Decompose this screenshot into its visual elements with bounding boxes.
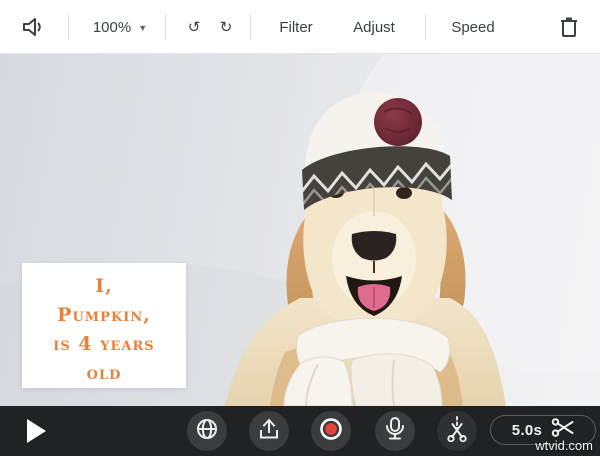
caption-line: is 4 years <box>53 333 155 355</box>
caption-text-box[interactable]: I, Pumpkin, is 4 years old <box>22 263 186 388</box>
upload-icon <box>257 417 281 446</box>
rotate-ccw-button[interactable]: ↺ <box>179 0 209 54</box>
speaker-icon <box>20 15 46 39</box>
caption-line: I, <box>95 275 113 297</box>
rotate-cw-icon: ↻ <box>219 17 233 36</box>
toolbar-divider <box>425 14 426 40</box>
record-button[interactable] <box>311 411 351 451</box>
play-button[interactable] <box>27 419 47 443</box>
mic-button[interactable] <box>375 411 415 451</box>
split-button[interactable] <box>437 411 477 451</box>
globe-icon <box>195 417 219 446</box>
top-toolbar: 100% ▼ ↺ ↻ Filter Adjust Speed <box>0 0 600 54</box>
video-canvas: I, Pumpkin, is 4 years old <box>0 54 600 406</box>
caption-line: old <box>86 362 122 384</box>
filter-button[interactable]: Filter <box>269 0 323 54</box>
delete-button[interactable] <box>552 0 586 54</box>
record-icon <box>318 416 344 447</box>
adjust-button[interactable]: Adjust <box>345 0 403 54</box>
toolbar-divider <box>250 14 251 40</box>
split-scissors-icon <box>444 415 470 448</box>
upload-button[interactable] <box>249 411 289 451</box>
chevron-down-icon: ▼ <box>138 23 148 33</box>
playback-controlbar: 5.0s wtvid.com <box>0 406 600 456</box>
clip-duration-value: 5.0s <box>511 421 543 439</box>
rotate-cw-button[interactable]: ↻ <box>211 0 241 54</box>
zoom-dropdown[interactable]: 100% ▼ <box>84 0 156 54</box>
zoom-level-value: 100% <box>92 18 132 36</box>
scissors-icon <box>551 418 574 442</box>
trim-duration-button[interactable]: 5.0s <box>490 415 596 445</box>
toolbar-divider <box>165 14 166 40</box>
globe-button[interactable] <box>187 411 227 451</box>
toolbar-divider <box>68 14 69 40</box>
volume-button[interactable] <box>14 0 52 54</box>
video-editor-window: 100% ▼ ↺ ↻ Filter Adjust Speed I, Pumpki… <box>0 0 600 456</box>
play-icon <box>27 419 47 447</box>
caption-line: Pumpkin, <box>57 304 151 326</box>
microphone-icon <box>383 416 407 447</box>
speed-button[interactable]: Speed <box>447 0 499 54</box>
rotate-ccw-icon: ↺ <box>187 17 201 36</box>
trash-icon <box>558 15 580 39</box>
